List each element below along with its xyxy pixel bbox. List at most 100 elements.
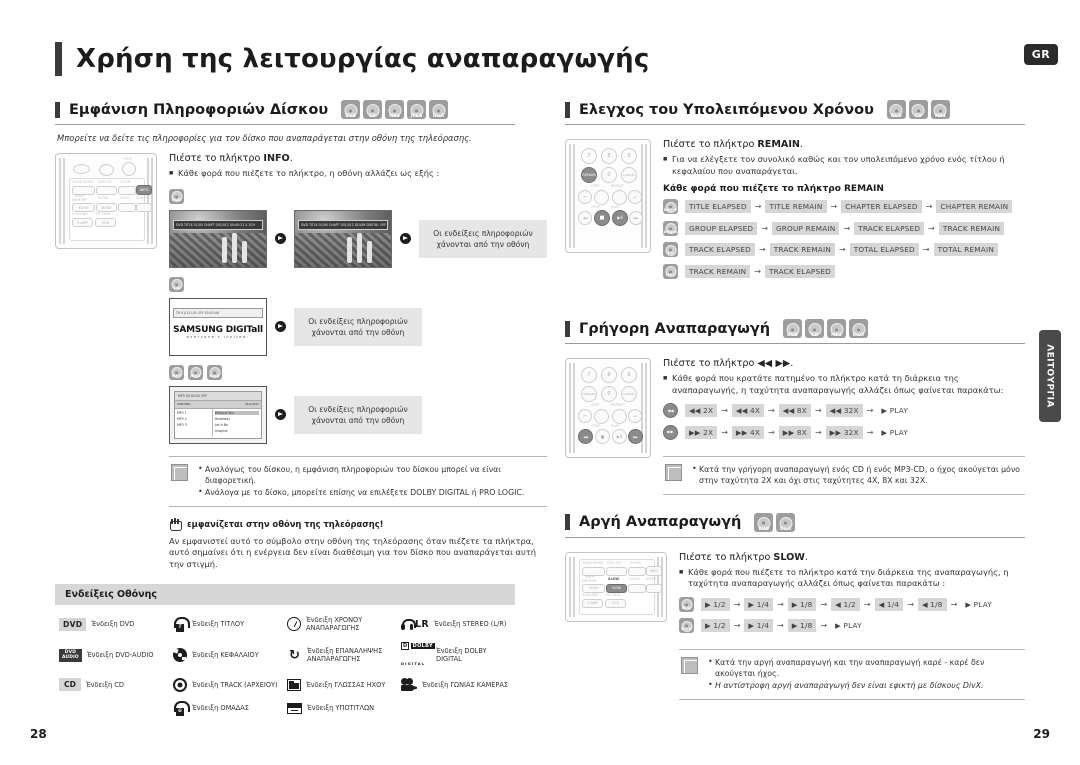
remote-key-dvd-set[interactable]: [99, 164, 114, 176]
remote-key-vcr[interactable]: VCR: [95, 218, 116, 227]
remote-key-forward[interactable]: ▶▶: [629, 211, 643, 225]
arrow-glyph: →: [907, 599, 914, 609]
remote-key-cancel[interactable]: CANCEL: [621, 167, 637, 183]
remote-key-info[interactable]: INFO: [136, 185, 152, 195]
tv-screenshot-mp3: MP3 00:00:02 OFF SORTING PLAYLIST MP3 1: [169, 385, 267, 444]
page-number-right: 29: [1033, 727, 1050, 741]
arrow-icon: [275, 409, 286, 420]
flow-chip: ▶ PLAY: [965, 599, 992, 609]
flow-chip: TRACK REMAIN: [769, 243, 835, 256]
remote-key-7[interactable]: 7: [581, 148, 597, 164]
remote-key-echo[interactable]: ECHO: [72, 203, 95, 212]
remote-key-remain[interactable]: REMAIN: [581, 386, 597, 402]
remote-key-stop[interactable]: ■: [594, 210, 610, 226]
remote-key-rewind[interactable]: ◀◀: [578, 211, 592, 225]
flow-rows-slow: DVD ▶ 1/2 → ▶ 1/4 → ▶ 1/8 → ◀ 1/2 → ◀ 1/4 → ◀…: [679, 596, 1025, 633]
remote-key-0[interactable]: 0: [601, 386, 617, 402]
disc-badge-mp3-icon: MP3: [385, 100, 405, 119]
remote-key-play[interactable]: ▶II: [612, 429, 627, 444]
note-item: Κατά την γρήγορη αναπαραγωγή ενός CD ή ε…: [691, 463, 1021, 486]
disc-badge-divx-icon: DivX: [207, 364, 222, 380]
disc-badge-cd-icon: CD: [663, 242, 678, 257]
instruction-block: Πιέστε το πλήκτρο INFO. Κάθε φορά που πι…: [169, 153, 547, 570]
hand-note-body: Αν εμφανιστεί αυτό το σύμβολο στην οθόνη…: [169, 535, 537, 569]
remote-key-next[interactable]: ⏭: [628, 409, 642, 423]
remote-key-play[interactable]: ▶II: [612, 210, 628, 226]
flow-chip: TRACK ELAPSED: [854, 221, 925, 235]
disc-badge-mp3-icon: MP3: [827, 319, 847, 338]
remote-key-audio-mode[interactable]: [73, 164, 90, 174]
row-badges-mp3-jpeg-divx: MP3 JPEG DivX: [169, 364, 547, 380]
step-block: 7 8 9 REMAIN 0 CANCEL STEP REPEAT ⏮ ⏭ ST…: [565, 358, 1025, 495]
osd-overlay: MP3 00:00:02 OFF: [178, 393, 208, 398]
remote-key-vcr[interactable]: VCR: [605, 598, 626, 608]
remote-key-prev[interactable]: ⏮: [578, 409, 592, 423]
flow-chip: ◀ 1/4: [874, 597, 904, 611]
remote-key-next[interactable]: ⏭: [628, 190, 642, 204]
remote-key-zoom[interactable]: [628, 566, 646, 576]
disc-badge-cd-icon: CD: [169, 276, 184, 292]
remote-key-v-amp[interactable]: V-AMP: [582, 598, 603, 608]
disc-badge-list: DVD CD MP3 DivX: [783, 319, 869, 338]
repeat-icon: ↻: [289, 647, 300, 663]
arrow-glyph: →: [768, 406, 775, 415]
disc-badge-list: DVD DivX: [754, 512, 796, 532]
arrow-glyph: →: [814, 427, 822, 437]
remote-key-remain[interactable]: REMAIN: [581, 167, 597, 183]
remote-key-v-amp[interactable]: V-AMP: [72, 218, 93, 227]
lead-prefix: Πιέστε το πλήκτρο: [169, 153, 264, 164]
right-page-column: Ελεγχος του Υπολειπόμενου Χρόνου DVD CD …: [565, 100, 1025, 704]
remote-key-cancel[interactable]: CANCEL: [621, 386, 637, 402]
flow-chip: CHAPTER REMAIN: [936, 200, 1013, 213]
section-title: Αργή Αναπαραγωγή: [579, 514, 742, 530]
osd-item-stereo: LR Ένδειξη STEREO (L/R): [401, 616, 511, 633]
step-block: EXIT SLIDE MODE DVD SET ZOOM INFO TIMER M…: [55, 153, 547, 570]
osd-indicators-grid: DVD Ένδειξη DVD T Ένδειξη ΤΙΤΛΟΥ Ένδειξη…: [55, 616, 515, 716]
section-header: Ελεγχος του Υπολειπόμενου Χρόνου DVD CD …: [565, 100, 1025, 125]
remote-key-8[interactable]: 8: [601, 367, 617, 383]
remote-key-rewind[interactable]: ◀◀: [578, 429, 593, 444]
remote-key-forward[interactable]: ▶▶: [628, 429, 643, 444]
osd-item-label: Ένδειξη ΓΩΝΙΑΣ ΚΑΜΕΡΑΣ: [422, 680, 509, 689]
flow-chip: TOTAL ELAPSED: [849, 243, 919, 256]
list-item: Let it Be: [214, 422, 228, 427]
remote-key-step[interactable]: [594, 409, 609, 424]
remote-key-stop[interactable]: ■: [595, 429, 610, 444]
remote-key-dvd-set[interactable]: [96, 186, 117, 195]
arrow-glyph: →: [820, 621, 828, 630]
lead-prefix: Πιέστε το πλήκτρο: [663, 358, 758, 369]
remote-key-7[interactable]: 7: [581, 367, 597, 383]
audio-language-icon: [287, 678, 301, 691]
remote-key-echo[interactable]: ECHO: [582, 583, 605, 593]
remote-key-prev[interactable]: ⏮: [578, 190, 592, 204]
remote-label-exit: EXIT: [124, 157, 132, 161]
remote-key-step[interactable]: [594, 190, 609, 205]
remote-key-repeat[interactable]: [612, 409, 627, 424]
remote-key-8[interactable]: 8: [601, 148, 617, 164]
section-accent-bar: [565, 320, 570, 337]
remote-key-9[interactable]: 9: [621, 367, 637, 383]
samsung-logo-text: SAMSUNG DIGITall: [173, 324, 263, 335]
remote-key-logo[interactable]: [628, 583, 646, 593]
arrow-glyph: →: [761, 223, 768, 233]
remote-key-sleep[interactable]: [646, 583, 662, 593]
remote-key-zoom[interactable]: [118, 186, 136, 195]
camera-angle-icon: [401, 678, 417, 692]
remote-key-slow[interactable]: SLOW: [606, 583, 627, 593]
side-tab-label: ΛΕΙΤΟΥΡΓΙΑ: [1045, 344, 1056, 408]
callout-text: Οι ενδείξεις πληροφοριών χάνονται από τη…: [294, 307, 422, 346]
remote-key-9[interactable]: 9: [621, 148, 637, 164]
pencil-icon: [665, 463, 682, 481]
remote-key-repeat[interactable]: [612, 190, 627, 205]
remote-key-sleep[interactable]: [136, 203, 152, 212]
remote-key-exit[interactable]: [122, 162, 136, 176]
flow-chip: ◀◀ 32X: [825, 404, 863, 417]
remote-key-logo[interactable]: [118, 203, 136, 212]
flow-chip: ◀◀ 4X: [731, 404, 765, 417]
hand-note-title: εμφανίζεται στην οθόνη της τηλεόρασης!: [187, 519, 384, 529]
remote-key-0[interactable]: 0: [601, 167, 617, 183]
remote-key-move[interactable]: MOVE: [96, 203, 117, 212]
remote-key-info[interactable]: INFO: [646, 565, 662, 576]
remote-key-dvd-set[interactable]: [606, 566, 627, 576]
disc-badge-dvd-icon: DVD: [679, 596, 694, 612]
